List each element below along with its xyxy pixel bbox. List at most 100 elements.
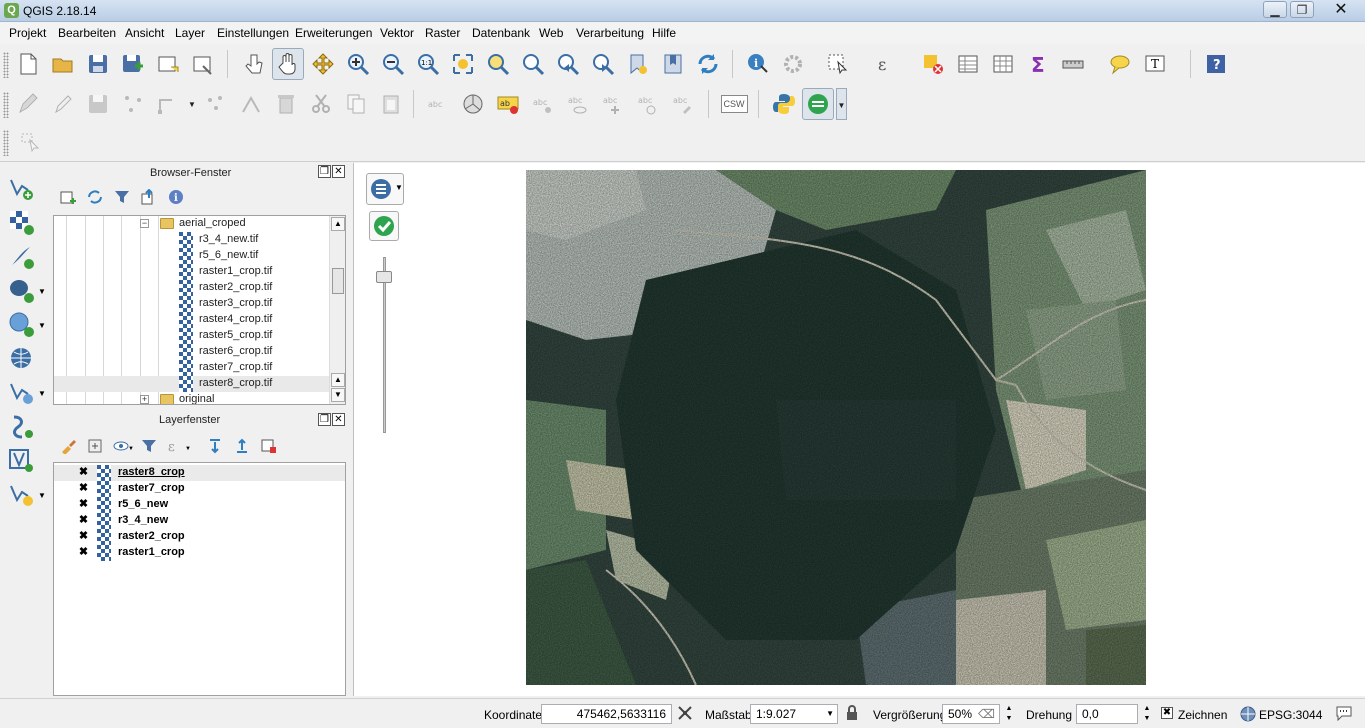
layer-row[interactable]: ✖ raster7_crop xyxy=(54,481,345,497)
copy-features-icon[interactable] xyxy=(340,88,372,120)
zoom-full-icon[interactable] xyxy=(447,48,479,80)
tree-file[interactable]: raster4_crop.tif xyxy=(54,312,330,328)
change-label-icon[interactable]: abc xyxy=(667,88,699,120)
geoprocessing-icon[interactable] xyxy=(802,88,834,120)
menu-web[interactable]: Web xyxy=(539,26,563,40)
toolbar-grip[interactable] xyxy=(3,130,9,156)
collapse-all-icon[interactable] xyxy=(141,188,157,208)
lock-scale-icon[interactable] xyxy=(845,705,859,724)
layer-visibility-checkbox[interactable]: ✖ xyxy=(78,547,89,558)
magnifier-field[interactable]: 50% ⌫ xyxy=(942,704,1000,724)
scroll-up-icon[interactable]: ▲ xyxy=(331,217,345,231)
layer-tree[interactable]: ✖ raster8_crop ✖ raster7_crop ✖ r5_6_new… xyxy=(53,462,346,696)
chevron-down-icon[interactable]: ▼ xyxy=(38,287,46,296)
move-label-icon[interactable]: abc xyxy=(597,88,629,120)
zoom-in-icon[interactable] xyxy=(342,48,374,80)
measure-icon[interactable] xyxy=(1057,48,1089,80)
layer-visibility-checkbox[interactable]: ✖ xyxy=(78,531,89,542)
zoom-native-icon[interactable]: 1:1 xyxy=(412,48,444,80)
theme-selector-button[interactable]: ▼ xyxy=(366,173,404,205)
composer-manager-icon[interactable] xyxy=(187,48,219,80)
statistics-icon[interactable]: Σ xyxy=(1022,48,1054,80)
rotate-label-icon[interactable]: abc xyxy=(632,88,664,120)
map-tips-icon[interactable] xyxy=(1104,48,1136,80)
close-panel-icon[interactable]: ✕ xyxy=(332,413,345,426)
toggle-editing-icon[interactable] xyxy=(47,88,79,120)
new-project-icon[interactable] xyxy=(12,48,44,80)
pin-labels-icon[interactable]: abc xyxy=(527,88,559,120)
layer-styling-icon[interactable] xyxy=(60,438,76,457)
refresh-icon[interactable] xyxy=(692,48,724,80)
menu-verarbeitung[interactable]: Verarbeitung xyxy=(576,26,644,40)
layer-row[interactable]: ✖ raster1_crop xyxy=(54,545,345,561)
add-wfs-layer-icon[interactable] xyxy=(6,377,36,407)
collapse-all-icon[interactable] xyxy=(234,438,250,457)
select-features-icon[interactable] xyxy=(822,48,854,80)
zoom-slider-handle[interactable] xyxy=(376,271,392,283)
clear-icon[interactable]: ⌫ xyxy=(978,705,995,723)
tree-file-selected[interactable]: raster8_crop.tif xyxy=(54,376,330,392)
add-selected-layers-icon[interactable] xyxy=(60,189,76,208)
zoom-next-icon[interactable] xyxy=(587,48,619,80)
filter-icon[interactable] xyxy=(114,189,130,208)
refresh-icon[interactable] xyxy=(87,189,103,208)
move-feature-icon[interactable] xyxy=(200,88,232,120)
visibility-eye-icon[interactable]: ▼ xyxy=(113,438,134,457)
layer-visibility-checkbox[interactable]: ✖ xyxy=(78,499,89,510)
zoom-last-icon[interactable] xyxy=(552,48,584,80)
collapse-icon[interactable]: − xyxy=(140,219,149,228)
tree-file[interactable]: raster1_crop.tif xyxy=(54,264,330,280)
chevron-down-icon[interactable]: ▼ xyxy=(188,100,196,109)
deselect-icon[interactable] xyxy=(917,48,949,80)
float-panel-icon[interactable]: ❐ xyxy=(318,413,331,426)
toolbar-grip[interactable] xyxy=(3,92,9,118)
filter-expression-icon[interactable]: ε ▼ xyxy=(167,438,193,457)
save-project-icon[interactable] xyxy=(82,48,114,80)
layer-visibility-checkbox[interactable]: ✖ xyxy=(78,515,89,526)
layer-row[interactable]: ✖ r5_6_new xyxy=(54,497,345,513)
remove-layer-icon[interactable] xyxy=(261,438,277,457)
maximize-button[interactable]: ❐ xyxy=(1290,1,1314,18)
minimize-button[interactable]: ▁ xyxy=(1263,1,1287,18)
field-calculator-icon[interactable] xyxy=(987,48,1019,80)
menu-hilfe[interactable]: Hilfe xyxy=(652,26,676,40)
menu-bearbeiten[interactable]: Bearbeiten xyxy=(58,26,116,40)
scroll-up-icon[interactable]: ▲ xyxy=(331,373,345,387)
tree-folder-aerial-croped[interactable]: − aerial_croped xyxy=(54,216,330,232)
add-virtual-layer-icon[interactable] xyxy=(6,445,36,475)
delete-selected-icon[interactable] xyxy=(270,88,302,120)
zoom-out-icon[interactable] xyxy=(377,48,409,80)
tree-file[interactable]: r3_4_new.tif xyxy=(54,232,330,248)
add-postgis-layer-icon[interactable] xyxy=(6,275,36,305)
tree-file[interactable]: r5_6_new.tif xyxy=(54,248,330,264)
add-raster-layer-icon[interactable] xyxy=(6,207,36,237)
new-shapefile-layer-icon[interactable] xyxy=(6,479,36,509)
menu-einstellungen[interactable]: Einstellungen xyxy=(217,26,289,40)
new-print-composer-icon[interactable] xyxy=(152,48,184,80)
cut-features-icon[interactable] xyxy=(305,88,337,120)
save-edits-icon[interactable] xyxy=(82,88,114,120)
crs-globe-icon[interactable] xyxy=(1240,706,1256,725)
select-by-expression-icon[interactable]: ε xyxy=(870,48,902,80)
add-feature-icon[interactable] xyxy=(117,88,149,120)
current-edits-icon[interactable] xyxy=(12,88,44,120)
zoom-to-selection-icon[interactable] xyxy=(482,48,514,80)
chevron-down-icon[interactable]: ▼ xyxy=(38,389,46,398)
expand-icon[interactable]: + xyxy=(140,395,149,404)
new-bookmark-icon[interactable] xyxy=(622,48,654,80)
help-icon[interactable]: ? xyxy=(1200,48,1232,80)
layer-row[interactable]: ✖ raster2_crop xyxy=(54,529,345,545)
close-panel-icon[interactable]: ✕ xyxy=(332,165,345,178)
add-oracle-layer-icon[interactable] xyxy=(6,411,36,441)
add-group-icon[interactable] xyxy=(87,438,103,457)
add-wms-layer-icon[interactable] xyxy=(6,343,36,373)
toolbar-grip[interactable] xyxy=(3,52,9,78)
tree-file[interactable]: raster7_crop.tif xyxy=(54,360,330,376)
text-annotation-icon[interactable]: T xyxy=(1140,48,1172,80)
magnifier-spinner[interactable]: ▲ ▼ xyxy=(1002,704,1016,724)
add-spatialite-layer-icon[interactable] xyxy=(6,309,36,339)
layer-visibility-checkbox[interactable]: ✖ xyxy=(78,467,89,478)
paste-features-icon[interactable] xyxy=(375,88,407,120)
tree-file[interactable]: raster5_crop.tif xyxy=(54,328,330,344)
identify-icon[interactable]: i xyxy=(742,48,774,80)
